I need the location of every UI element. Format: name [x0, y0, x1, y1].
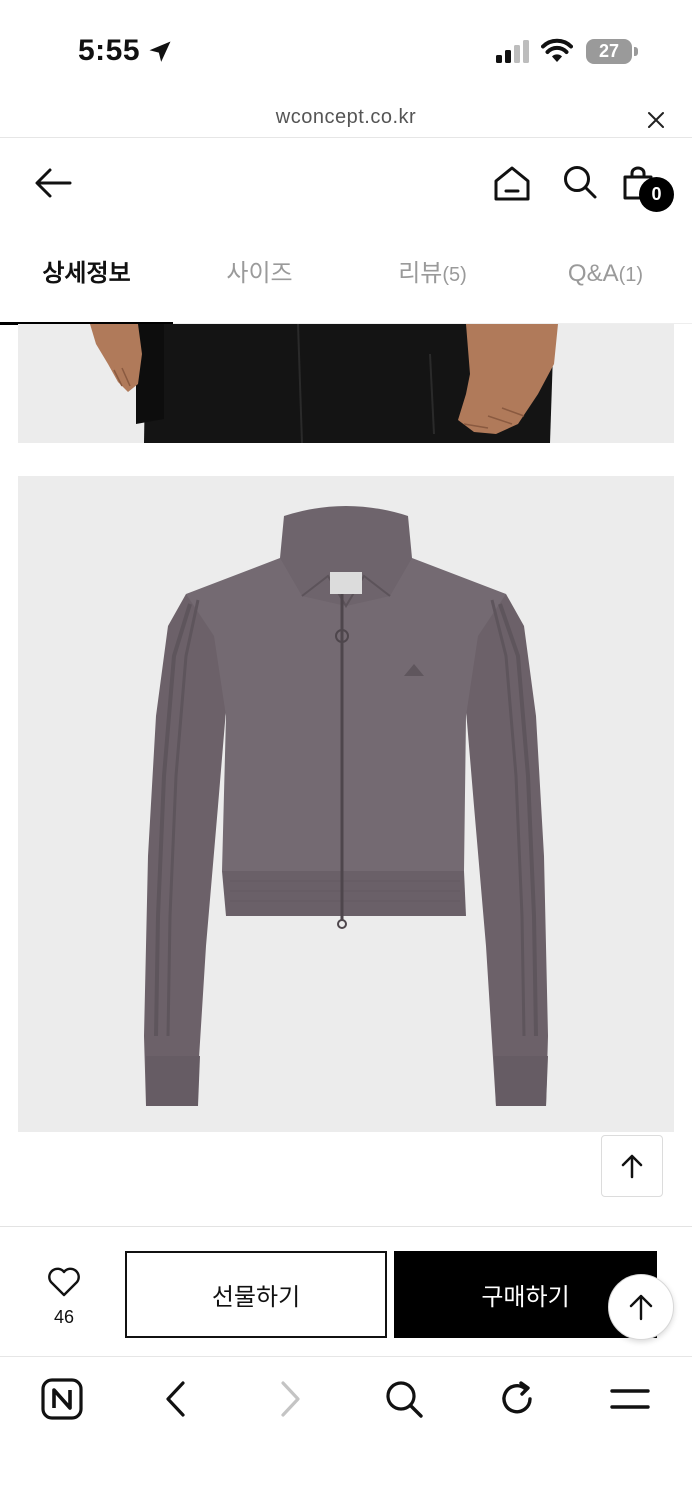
heart-icon — [48, 1267, 80, 1297]
url-text[interactable]: wconcept.co.kr — [0, 106, 692, 129]
arrow-up-icon — [621, 1154, 643, 1179]
url-bar[interactable]: wconcept.co.kr — [0, 100, 692, 138]
tab-count: (5) — [442, 264, 467, 286]
browser-nav — [0, 1356, 692, 1500]
grey-track-jacket-photo — [18, 476, 674, 1132]
tab-label: 리뷰 — [398, 260, 443, 287]
gift-button[interactable]: 선물하기 — [125, 1251, 387, 1338]
tab-count: (1) — [618, 264, 644, 286]
forward-chevron-icon[interactable] — [268, 1377, 312, 1421]
search-icon[interactable] — [382, 1377, 426, 1421]
close-icon[interactable] — [644, 108, 668, 132]
battery-level: 27 — [598, 41, 620, 61]
tab-reviews[interactable]: 리뷰(5) — [346, 228, 519, 324]
tab-details[interactable]: 상세정보 — [0, 228, 173, 325]
tab-label: Q&A — [567, 260, 619, 287]
menu-icon[interactable] — [608, 1377, 652, 1421]
cellular-signal-icon — [496, 40, 529, 63]
like-button[interactable]: 46 — [36, 1267, 92, 1327]
tab-label: 상세정보 — [42, 260, 131, 287]
status-bar: 5:55 27 — [0, 0, 692, 100]
home-icon[interactable] — [493, 164, 531, 202]
battery-cap — [634, 47, 638, 56]
back-arrow-icon[interactable] — [34, 166, 72, 200]
battery-icon: 27 — [586, 39, 632, 64]
purchase-bar: 46 선물하기 구매하기 — [0, 1226, 692, 1356]
scroll-top-floating-button[interactable] — [608, 1274, 674, 1340]
tab-label: 사이즈 — [226, 260, 293, 287]
wifi-icon — [541, 38, 573, 62]
tab-size[interactable]: 사이즈 — [173, 228, 346, 324]
naver-logo-icon[interactable] — [40, 1377, 84, 1421]
black-pants-photo — [18, 324, 674, 443]
detail-tabs: 상세정보 사이즈 리뷰(5) Q&A(1) — [0, 228, 692, 325]
cart-count-badge[interactable]: 0 — [639, 177, 674, 212]
arrow-up-icon — [629, 1294, 653, 1321]
like-count: 46 — [53, 1307, 75, 1327]
status-time: 5:55 — [78, 34, 141, 67]
location-arrow-icon — [149, 41, 171, 62]
tab-qna[interactable]: Q&A(1) — [519, 228, 692, 324]
back-chevron-icon[interactable] — [154, 1377, 198, 1421]
search-icon[interactable] — [562, 164, 598, 200]
refresh-icon[interactable] — [495, 1377, 539, 1421]
scroll-top-button[interactable] — [601, 1135, 663, 1197]
app-header: 0 — [0, 138, 692, 228]
